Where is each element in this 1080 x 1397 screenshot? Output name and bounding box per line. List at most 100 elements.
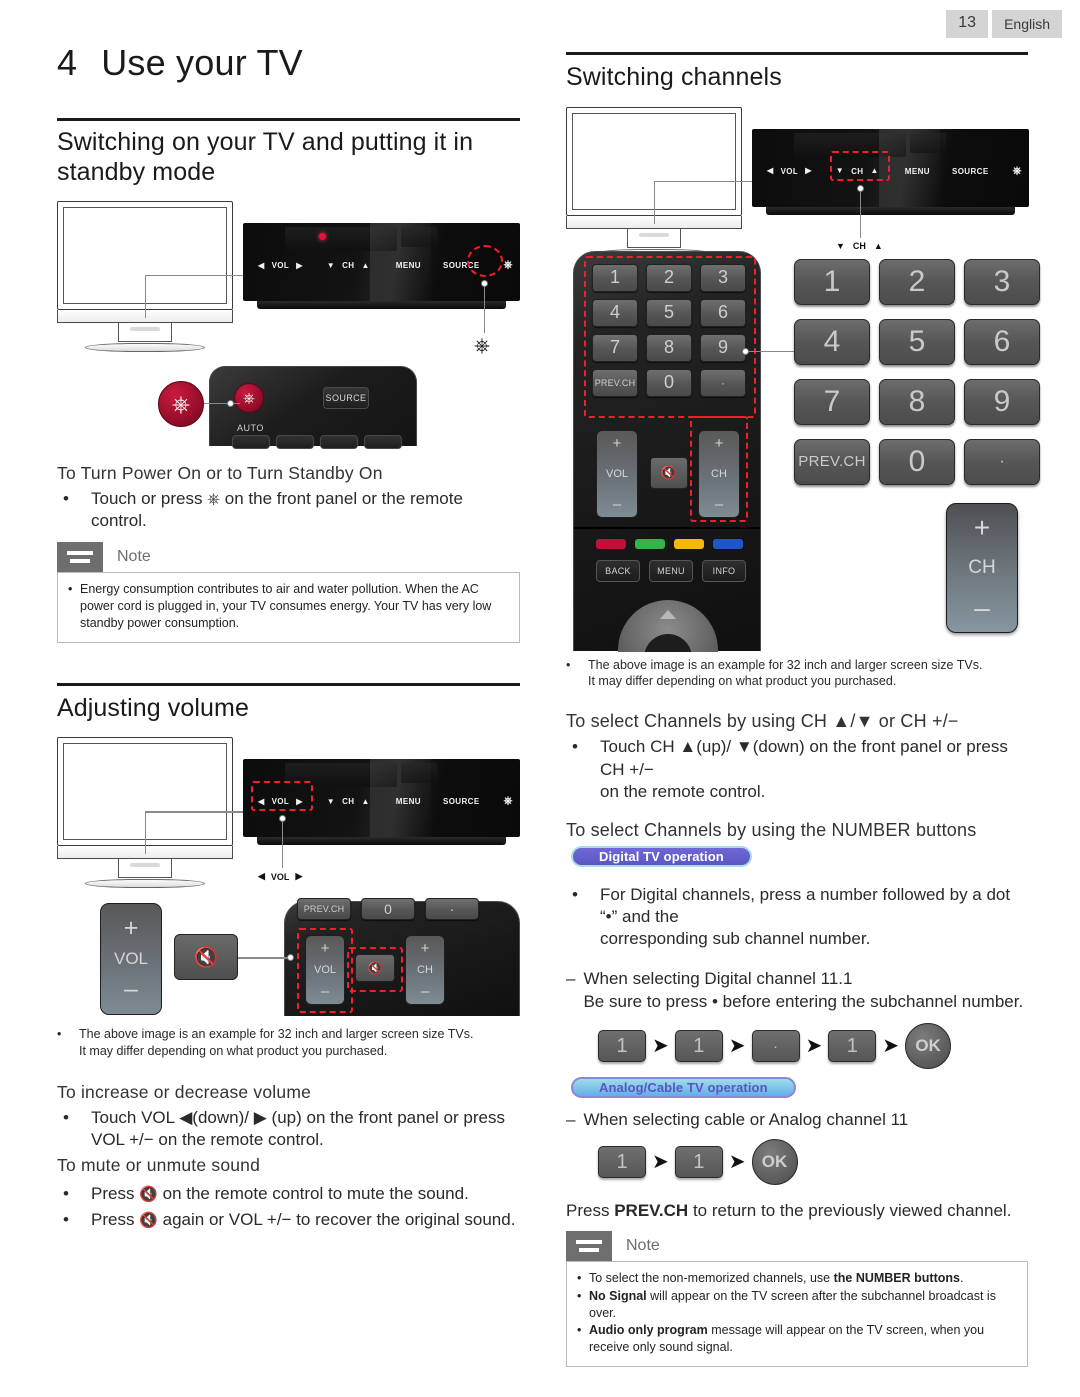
remote-dpad[interactable] — [618, 599, 718, 652]
color-key-red[interactable] — [596, 538, 626, 549]
seq-key-1: 1 — [598, 1030, 646, 1063]
big-key-7: 7 — [794, 378, 870, 425]
remote-key-7[interactable]: 7 — [592, 333, 638, 362]
bullet-text: For Digital channels, press a number fol… — [600, 884, 1028, 951]
leader-line-vertical — [145, 275, 147, 318]
bullet-dot: • — [63, 1183, 69, 1203]
note-icon — [57, 541, 103, 572]
panel-ch-label: CH — [342, 261, 355, 270]
remote-key-dot[interactable]: · — [425, 898, 479, 921]
remote-key-dot[interactable]: · — [700, 368, 746, 397]
big-key-2: 2 — [879, 258, 955, 305]
panel-menu-button[interactable]: MENU — [396, 261, 421, 270]
note-item-text: Audio only program message will appear o… — [589, 1322, 1017, 1357]
remote-key-prevch[interactable]: PREV.CH — [592, 368, 638, 397]
color-key-blue[interactable] — [713, 538, 743, 549]
subheading-mute: To mute or unmute sound — [57, 1154, 261, 1175]
tv-front-panel: ◀ VOL ▶ ▼ CH ▲ MENU SOURCE ⎈ ⎈ — [243, 223, 520, 357]
panel-source-button[interactable]: SOURCE — [952, 167, 989, 176]
remote-key-2[interactable]: 2 — [646, 263, 692, 292]
vol-right-icon: ▶ — [296, 260, 303, 270]
seq-key-dot: · — [751, 1030, 800, 1063]
remote-rocker-ch[interactable]: + CH – — [698, 429, 740, 518]
ch-minus-icon-enlarged: – — [974, 591, 990, 623]
remote-key-blank-3[interactable] — [364, 435, 402, 449]
bullet-text: Touch or press ⎈ on the front panel or t… — [91, 488, 520, 533]
big-key-9: 9 — [964, 378, 1040, 425]
note-box-channels: Note • To select the non-memorized chann… — [566, 1231, 1028, 1367]
color-key-yellow[interactable] — [674, 538, 704, 549]
remote-key-1[interactable]: 1 — [592, 263, 638, 292]
panel-power-icon[interactable]: ⎈ — [1013, 165, 1022, 178]
dash-analog-example: – When selecting cable or Analog channel… — [566, 1108, 1028, 1131]
vol-left-icon: ◀ — [258, 260, 265, 270]
remote-key-4[interactable]: 4 — [592, 298, 638, 327]
panel-source-button[interactable]: SOURCE — [443, 261, 480, 270]
remote-key-prevch[interactable]: PREV.CH — [297, 898, 351, 921]
prevch-part-1: Press — [566, 1201, 610, 1221]
panel-ch-group[interactable]: ▼ CH ▲ — [327, 797, 370, 806]
dash-line-2: Be sure to press • before entering the s… — [583, 991, 1024, 1011]
remote-key-0[interactable]: 0 — [646, 368, 692, 397]
remote-key-zero[interactable]: 0 — [361, 898, 415, 921]
remote-key-5[interactable]: 5 — [646, 298, 692, 327]
big-key-3: 3 — [964, 258, 1040, 305]
callout-anchor-remote-power — [227, 400, 234, 407]
illustration-remote-keypad: 1 2 3 4 5 6 7 8 9 PREV.CH 0 · + VOL – 🔇 — [566, 250, 1040, 652]
panel-base — [257, 837, 506, 846]
subheading-turn-power-on: To Turn Power On or to Turn Standby On — [57, 463, 383, 483]
remote-key-menu[interactable]: MENU — [649, 559, 693, 582]
badge-analog-tv: Analog/Cable TV operation — [571, 1077, 796, 1099]
remote-key-8[interactable]: 8 — [646, 333, 692, 362]
remote-key-auto[interactable] — [232, 435, 270, 449]
ch-up-icon-callout: ▲ — [873, 240, 883, 251]
example-note-bullet: • — [566, 657, 571, 672]
remote-source-button[interactable]: SOURCE — [323, 387, 369, 409]
remote-power-button[interactable]: ⎈ — [234, 383, 264, 413]
bullet-mute-2: • Press 🔇 again or VOL +/− to recover th… — [57, 1209, 520, 1231]
bullet-part-1: Touch CH — [600, 737, 675, 757]
example-note-line-1: The above image is an example for 32 inc… — [79, 1027, 474, 1042]
color-key-green[interactable] — [635, 538, 665, 549]
panel-vol-group[interactable]: ◀ VOL ▶ — [258, 261, 303, 270]
remote-key-blank-1[interactable] — [276, 435, 314, 449]
example-note-line-1: The above image is an example for 32 inc… — [588, 657, 983, 672]
remote-key-9[interactable]: 9 — [700, 333, 746, 362]
panel-menu-button[interactable]: MENU — [396, 797, 421, 806]
arrow-icon: ➤ — [882, 1035, 900, 1058]
panel-menu-button[interactable]: MENU — [905, 167, 930, 176]
panel-vol-group[interactable]: ◀ VOL ▶ — [767, 167, 812, 176]
remote-color-keys — [596, 538, 743, 549]
arrow-icon: ➤ — [652, 1151, 669, 1174]
leader-line-horizontal — [145, 275, 243, 277]
note-item-text: No Signal will appear on the TV screen a… — [589, 1288, 1017, 1323]
remote-key-info[interactable]: INFO — [702, 559, 746, 582]
remote-key-3[interactable]: 3 — [700, 263, 746, 292]
remote-key-back[interactable]: BACK — [596, 559, 640, 582]
power-icon-enlarged: ⎈ — [171, 390, 191, 417]
panel-ch-group[interactable]: ▼ CH ▲ — [836, 167, 879, 176]
remote-rocker-vol[interactable]: + VOL – — [305, 935, 345, 1006]
remote-rocker-vol[interactable]: + VOL – — [596, 429, 638, 518]
ch-down-arrow-icon: ▼ — [735, 737, 753, 757]
panel-power-icon[interactable]: ⎈ — [504, 795, 513, 808]
bullet-part-2: (down)/ — [192, 1107, 249, 1127]
ch-minus-icon: – — [420, 983, 430, 1001]
remote-rocker-ch[interactable]: + CH – — [405, 935, 445, 1006]
leader-line-horizontal — [654, 180, 752, 182]
remote-key-6[interactable]: 6 — [700, 298, 746, 327]
ch-down-icon: ▼ — [835, 166, 845, 175]
remote-mute-button[interactable]: 🔇 — [355, 954, 395, 983]
panel-power-icon[interactable]: ⎈ — [504, 259, 513, 272]
remote-key-blank-2[interactable] — [320, 435, 358, 449]
illustration-remote-volume: PREV.CH 0 · + VOL – 🔇 + CH – + VOL – 🔇 — [57, 881, 520, 1017]
example-note-bullet: • — [57, 1027, 62, 1042]
panel-source-button[interactable]: SOURCE — [443, 797, 480, 806]
panel-ch-group[interactable]: ▼ CH ▲ — [327, 261, 370, 270]
panel-vol-group[interactable]: ◀ VOL ▶ — [258, 797, 303, 806]
section-title-volume: Adjusting volume — [57, 693, 249, 722]
seq-key-1: 1 — [598, 1146, 646, 1179]
remote-mute-button[interactable]: 🔇 — [650, 456, 688, 489]
bullet-touch-power: • Touch or press ⎈ on the front panel or… — [57, 488, 520, 533]
bullet-part-1: Press — [91, 1210, 135, 1230]
